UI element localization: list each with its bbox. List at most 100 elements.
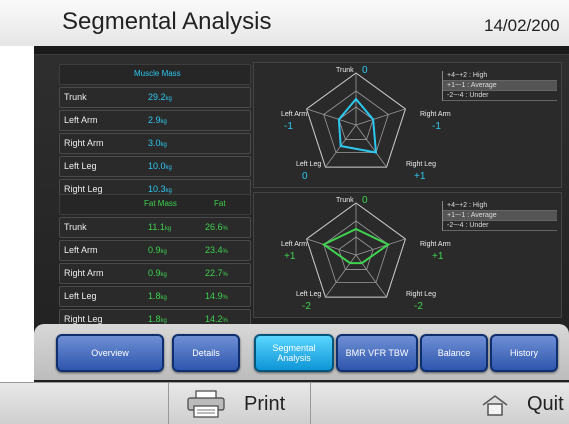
fat-percent-value: 14.9% <box>205 291 228 301</box>
printer-icon[interactable] <box>186 390 226 418</box>
radar-label-trunk: Trunk <box>336 197 354 204</box>
fat-percent-value: 22.7% <box>205 268 228 278</box>
muscle-radar-panel: Trunk 0 Right Arm -1 Left Arm -1 Left Le… <box>253 62 562 188</box>
value-number: 0.9 <box>148 268 161 278</box>
spoke-right_leg <box>355 124 387 168</box>
value-number: 14.2 <box>205 314 223 324</box>
fat-mass-table: Fat Mass Fat Trunk 11.1kg 26.6% Left Arm… <box>59 194 251 332</box>
radar-grid <box>305 72 407 168</box>
row-label: Right Arm <box>64 138 104 148</box>
radar-value-right-leg: +1 <box>414 171 426 182</box>
footer-divider <box>310 383 311 424</box>
spoke-right_arm <box>355 108 406 126</box>
legend-under: -2~-4 : Under <box>443 221 557 231</box>
value-number: 23.4 <box>205 245 223 255</box>
value-unit: % <box>222 295 228 301</box>
quit-button[interactable]: Quit <box>527 393 564 416</box>
value-number: 3.0 <box>148 138 161 148</box>
table-row: Right Arm 3.0kg <box>59 133 251 154</box>
value-number: 11.1 <box>148 222 165 232</box>
value-number: 22.7 <box>205 268 223 278</box>
table-row: Trunk 29.2kg <box>59 87 251 108</box>
radar-label-right-leg: Right Leg <box>406 161 436 168</box>
fat-mass-value: 0.9kg <box>148 245 167 255</box>
value-unit: kg <box>165 96 172 102</box>
home-icon[interactable] <box>481 394 509 416</box>
value-number: 29.2 <box>148 92 166 102</box>
value-unit: kg <box>165 165 172 171</box>
row-label: Left Leg <box>64 291 97 301</box>
radar-label-right-arm: Right Arm <box>420 111 451 118</box>
radar-value-left-arm: -1 <box>284 121 293 132</box>
radar-value-left-leg: 0 <box>302 171 308 182</box>
value-unit: % <box>222 249 228 255</box>
value-unit: % <box>222 272 228 278</box>
value-number: 1.8 <box>148 291 161 301</box>
muscle-legend: +4~+2 : High +1~-1 : Average -2~-4 : Und… <box>442 71 557 101</box>
value-unit: kg <box>160 142 167 148</box>
value-number: 14.9 <box>205 291 223 301</box>
fat-mass-value: 1.8kg <box>148 291 167 301</box>
muscle-value: 29.2kg <box>148 92 172 102</box>
radar-value-right-leg: -2 <box>414 301 423 312</box>
value-unit: kg <box>160 119 167 125</box>
analysis-panel: Muscle Mass Trunk 29.2kg Left Arm 2.9kg … <box>34 46 569 382</box>
spoke-left_arm <box>306 108 357 126</box>
value-unit: kg <box>160 272 167 278</box>
radar-label-left-arm: Left Arm <box>281 241 308 248</box>
page-title: Segmental Analysis <box>62 8 272 35</box>
legend-under: -2~-4 : Under <box>443 91 557 101</box>
fat-percent-value: 14.2% <box>205 314 228 324</box>
tab-details[interactable]: Details <box>172 334 240 372</box>
radar-value-trunk: 0 <box>362 195 368 206</box>
tab-segmental-analysis[interactable]: Segmental Analysis <box>254 334 334 372</box>
tab-bmr-vfr-tbw[interactable]: BMR VFR TBW <box>336 334 418 372</box>
legend-average: +1~-1 : Average <box>443 81 557 91</box>
spoke-left_leg <box>325 254 357 298</box>
table-row: Left Arm 0.9kg 23.4% <box>59 240 251 261</box>
value-number: 10.3 <box>148 184 166 194</box>
muscle-mass-table: Muscle Mass Trunk 29.2kg Left Arm 2.9kg … <box>59 64 251 202</box>
value-number: 0.9 <box>148 245 161 255</box>
muscle-value: 3.0kg <box>148 138 167 148</box>
value-unit: kg <box>164 226 172 232</box>
row-label: Left Arm <box>64 115 98 125</box>
tab-overview[interactable]: Overview <box>56 334 164 372</box>
grid-spokes <box>306 73 406 168</box>
table-row: Right Arm 0.9kg 22.7% <box>59 263 251 284</box>
muscle-value: 10.3kg <box>148 184 172 194</box>
value-number: 2.9 <box>148 115 161 125</box>
fat-mass-value: 1.8kg <box>148 314 167 324</box>
radar-value-left-arm: +1 <box>284 251 296 262</box>
legend-average: +1~-1 : Average <box>443 211 557 221</box>
radar-grid <box>305 202 407 298</box>
footer-divider <box>168 383 169 424</box>
fat-mass-value: 0.9kg <box>148 268 167 278</box>
value-unit: kg <box>160 295 167 301</box>
radar-value-left-leg: -2 <box>302 301 311 312</box>
measurement-date: 14/02/200 <box>484 16 560 35</box>
table-row: Left Leg 1.8kg 14.9% <box>59 286 251 307</box>
row-label: Trunk <box>64 222 87 232</box>
header-bar: Segmental Analysis 14/02/200 <box>0 0 569 46</box>
value-unit: % <box>222 226 228 232</box>
tab-balance[interactable]: Balance <box>420 334 488 372</box>
tab-bar: Overview Details Segmental Analysis BMR … <box>34 324 569 380</box>
value-unit: kg <box>160 249 167 255</box>
muscle-table-header: Muscle Mass <box>59 64 251 85</box>
table-row: Trunk 11.1kg 26.6% <box>59 217 251 238</box>
tab-history[interactable]: History <box>490 334 558 372</box>
muscle-mass-header: Muscle Mass <box>134 69 181 78</box>
row-label: Left Leg <box>64 161 97 171</box>
row-label: Right Leg <box>64 184 103 194</box>
radar-value-trunk: 0 <box>362 65 368 76</box>
row-label: Right Leg <box>64 314 103 324</box>
fat-mass-value: 11.1kg <box>148 222 171 232</box>
value-number: 10.0 <box>148 161 166 171</box>
print-button[interactable]: Print <box>244 393 285 416</box>
radar-label-left-leg: Left Leg <box>296 161 322 168</box>
fat-table-header: Fat Mass Fat <box>59 194 251 215</box>
spoke-right_leg <box>355 254 387 298</box>
footer-bar: Print Quit <box>0 382 569 424</box>
radar-label-right-leg: Right Leg <box>406 291 436 298</box>
